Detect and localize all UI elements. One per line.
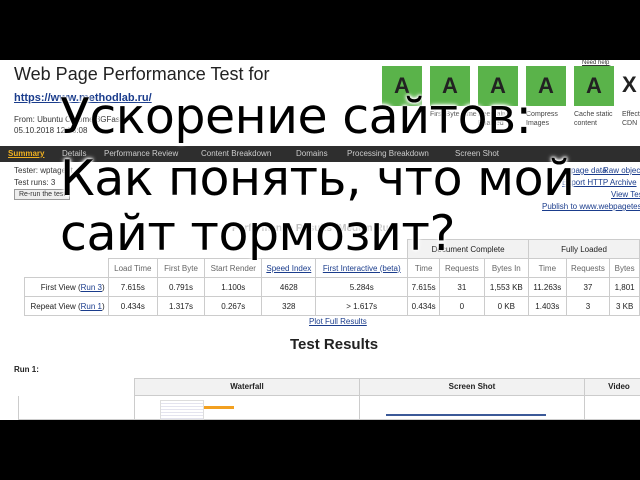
test-runs-info: Test runs: 3 [14,178,56,187]
fully-loaded-header: Fully Loaded [528,239,640,259]
col-header: Bytes In [483,258,530,278]
table-row: First View (Run 3) 7.615s 0.791s 1.100s … [24,277,640,297]
table-cell: 7.615s [107,277,158,297]
table-cell: 1.317s [156,296,206,316]
waterfall-header: Waterfall [134,378,360,396]
table-cell: 3 KB [609,296,640,316]
table-cell: > 1.617s [315,296,409,316]
page-title: Web Page Performance Test for [14,64,270,84]
screenshot-cell [359,396,585,420]
table-cell: 0.434s [107,296,158,316]
table-cell: 11.263s [528,277,567,297]
waterfall-thumbnail[interactable] [160,400,204,420]
grade-label: Compress Images [526,111,558,127]
raw-object-link[interactable]: Raw object [603,166,640,175]
letterbox-top [0,0,640,60]
run-label: Run 1: [14,365,39,374]
grade-box[interactable]: A [574,66,614,106]
table-cell: 1.403s [528,296,567,316]
table-cell: 31 [439,277,485,297]
screenshot-thumbnail[interactable] [386,414,546,416]
overlay-caption-line: Ускорение сайтов: [60,88,532,145]
table-cell: 1,553 KB [483,277,530,297]
grade-x[interactable]: X [622,72,637,98]
table-cell: 328 [261,296,317,316]
view-test-link[interactable]: View Test [611,190,640,199]
plot-full-results-link[interactable]: Plot Full Results [309,317,367,326]
row-label: Repeat View (Run 1) [24,296,109,316]
table-cell: 1,801 [609,277,640,297]
overlay-caption-line: сайт тормозит? [60,205,455,262]
table-cell: 0 KB [483,296,530,316]
grade-box[interactable]: A [526,66,566,106]
screenshot-header: Screen Shot [359,378,585,396]
overlay-caption-line: Как понять, что мой [60,150,575,207]
waterfall-bar [204,406,234,409]
raw-data-link[interactable]: page data [571,166,607,175]
grade-label: Cache static content [574,111,613,127]
tab-summary[interactable]: Summary [8,149,44,158]
table-cell: 0 [439,296,485,316]
letterbox-bottom [0,420,640,480]
run-link[interactable]: Run 3 [81,283,102,292]
run-link[interactable]: Run 1 [81,302,102,311]
table-row: Repeat View (Run 1) 0.434s 1.317s 0.267s… [24,296,640,316]
table-cell: 3 [565,296,611,316]
col-header: Requests [565,258,611,278]
table-cell: 1.100s [204,277,263,297]
table-cell: 37 [565,277,611,297]
run-cell [18,396,135,420]
table-cell: 4628 [261,277,317,297]
col-header: Bytes [609,258,640,278]
col-header: Time [528,258,567,278]
video-header: Video [584,378,640,396]
table-cell: 0.434s [407,296,441,316]
test-results-heading: Test Results [290,336,379,353]
table-cell: 0.267s [204,296,263,316]
video-cell [584,396,640,420]
table-cell: 5.284s [315,277,409,297]
grade-label: Effective use of CDN [622,111,640,127]
table-cell: 0.791s [156,277,206,297]
row-label: First View (Run 3) [24,277,109,297]
table-cell: 7.615s [407,277,441,297]
